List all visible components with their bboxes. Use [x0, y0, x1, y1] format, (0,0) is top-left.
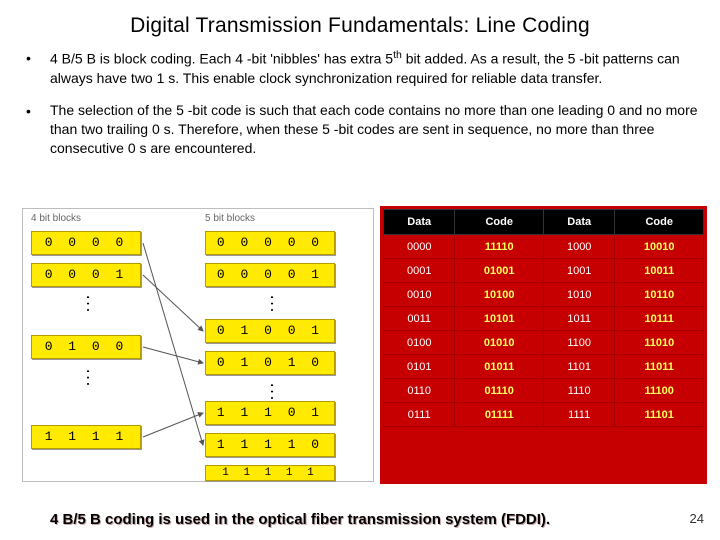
- block-5bit: 1 1 1 0 1: [205, 401, 335, 425]
- data-cell: 0010: [384, 283, 455, 307]
- data-cell: 1001: [543, 259, 614, 283]
- table-header: Code: [615, 210, 704, 235]
- label-4bit: 4 bit blocks: [31, 213, 81, 224]
- data-cell: 1110: [543, 379, 614, 403]
- ellipsis-icon: ...: [267, 381, 281, 400]
- block-5bit: 0 0 0 0 1: [205, 263, 335, 287]
- bullet-mark: •: [26, 48, 50, 87]
- code-cell: 11011: [615, 355, 704, 379]
- page-number: 24: [690, 511, 704, 526]
- table-header: Code: [455, 210, 544, 235]
- footer-caption: 4 B/5 B coding is used in the optical fi…: [50, 511, 550, 528]
- bullet-item: • 4 B/5 B is block coding. Each 4 -bit '…: [26, 48, 698, 87]
- code-cell: 11101: [615, 403, 704, 427]
- page-title: Digital Transmission Fundamentals: Line …: [0, 0, 720, 48]
- block-5bit: 0 1 0 1 0: [205, 351, 335, 375]
- data-cell: 0110: [384, 379, 455, 403]
- block-4bit: 0 0 0 0: [31, 231, 141, 255]
- table-row: 000011110100010010: [384, 235, 704, 259]
- code-cell: 10100: [455, 283, 544, 307]
- data-cell: 1011: [543, 307, 614, 331]
- data-cell: 0001: [384, 259, 455, 283]
- code-cell: 10010: [615, 235, 704, 259]
- ellipsis-icon: ...: [83, 367, 97, 386]
- data-cell: 0011: [384, 307, 455, 331]
- code-cell: 11010: [615, 331, 704, 355]
- block-4bit: 1 1 1 1: [31, 425, 141, 449]
- data-cell: 0100: [384, 331, 455, 355]
- bullet-mark: •: [26, 101, 50, 158]
- data-cell: 0111: [384, 403, 455, 427]
- code-cell: 10110: [615, 283, 704, 307]
- table-row: 010101011110111011: [384, 355, 704, 379]
- code-table: Data Code Data Code 00001111010001001000…: [380, 206, 707, 484]
- code-cell: 11110: [455, 235, 544, 259]
- table-row: 001010100101010110: [384, 283, 704, 307]
- bullet-text: The selection of the 5 -bit code is such…: [50, 101, 698, 158]
- data-cell: 1000: [543, 235, 614, 259]
- block-diagram: 4 bit blocks 5 bit blocks 0 0 0 0 0 0 0 …: [22, 208, 374, 482]
- table-header: Data: [384, 210, 455, 235]
- table-row: 011001110111011100: [384, 379, 704, 403]
- block-5bit: 0 1 0 0 1: [205, 319, 335, 343]
- ellipsis-icon: ...: [83, 293, 97, 312]
- label-5bit: 5 bit blocks: [205, 213, 255, 224]
- table-row: 010001010110011010: [384, 331, 704, 355]
- bullet-item: • The selection of the 5 -bit code is su…: [26, 101, 698, 158]
- table-row: 000101001100110011: [384, 259, 704, 283]
- bullet-text: 4 B/5 B is block coding. Each 4 -bit 'ni…: [50, 48, 698, 87]
- data-cell: 1111: [543, 403, 614, 427]
- code-cell: 10011: [615, 259, 704, 283]
- block-5bit: 1 1 1 1 0: [205, 433, 335, 457]
- block-5bit: 1 1 1 1 1: [205, 465, 335, 481]
- code-cell: 11100: [615, 379, 704, 403]
- data-cell: 1100: [543, 331, 614, 355]
- code-cell: 01010: [455, 331, 544, 355]
- code-cell: 01111: [455, 403, 544, 427]
- block-5bit: 0 0 0 0 0: [205, 231, 335, 255]
- table-row: 001110101101110111: [384, 307, 704, 331]
- table-header: Data: [543, 210, 614, 235]
- ellipsis-icon: ...: [267, 293, 281, 312]
- code-cell: 10111: [615, 307, 704, 331]
- code-cell: 01011: [455, 355, 544, 379]
- code-cell: 01110: [455, 379, 544, 403]
- block-4bit: 0 1 0 0: [31, 335, 141, 359]
- data-cell: 0000: [384, 235, 455, 259]
- bullet-list: • 4 B/5 B is block coding. Each 4 -bit '…: [0, 48, 720, 158]
- code-cell: 10101: [455, 307, 544, 331]
- data-cell: 0101: [384, 355, 455, 379]
- table-row: 011101111111111101: [384, 403, 704, 427]
- code-cell: 01001: [455, 259, 544, 283]
- data-cell: 1101: [543, 355, 614, 379]
- data-cell: 1010: [543, 283, 614, 307]
- block-4bit: 0 0 0 1: [31, 263, 141, 287]
